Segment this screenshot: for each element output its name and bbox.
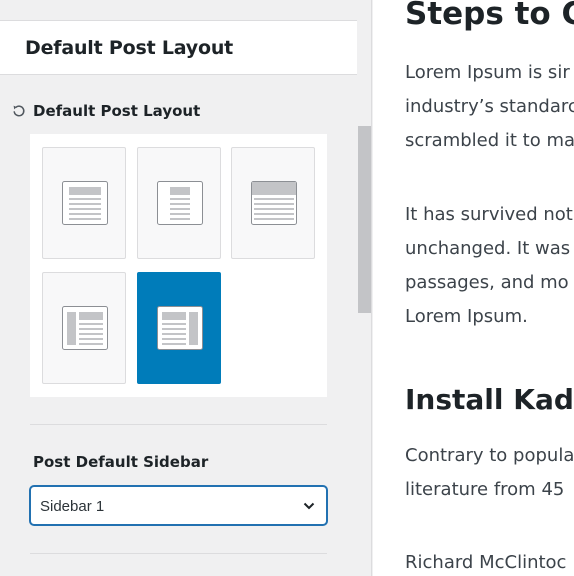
paragraph-line: unchanged. It was	[405, 238, 571, 259]
layout-option-fullwidth[interactable]	[231, 147, 315, 259]
reset-icon[interactable]	[11, 103, 27, 119]
paragraph-line: Contrary to popula	[405, 445, 574, 466]
customizer-panel: Default Post Layout Default Post Layout	[0, 0, 372, 576]
layout-option-normal[interactable]	[42, 147, 126, 259]
layout-options	[30, 134, 327, 397]
layout-right-sidebar-icon	[157, 306, 203, 350]
section-header: Default Post Layout	[0, 20, 357, 75]
paragraph-line: Lorem Ipsum is sir	[405, 62, 570, 83]
paragraph-line: scrambled it to ma	[405, 130, 574, 151]
paragraph-line: Richard McClintoc	[405, 552, 567, 573]
sidebar-select-value: Sidebar 1	[40, 498, 105, 515]
paragraph-line: Lorem Ipsum.	[405, 306, 528, 327]
divider	[30, 424, 327, 425]
paragraph-line: passages, and mo	[405, 272, 569, 293]
layout-option-left-sidebar[interactable]	[42, 272, 126, 384]
section-heading: Install Kaden	[405, 383, 574, 416]
divider	[30, 553, 327, 554]
paragraph-line: literature from 45	[405, 479, 565, 500]
control-label-row: Default Post Layout	[11, 101, 200, 121]
paragraph-line: It has survived not	[405, 204, 573, 225]
layout-narrow-icon	[157, 181, 203, 225]
paragraph-line: industry’s standarc	[405, 96, 574, 117]
section-title: Default Post Layout	[25, 37, 234, 59]
sidebar-select[interactable]: Sidebar 1	[30, 486, 327, 525]
sidebar-label: Post Default Sidebar	[33, 453, 209, 471]
chevron-down-icon	[303, 502, 315, 510]
scrollbar-thumb[interactable]	[358, 126, 371, 313]
control-label: Default Post Layout	[33, 102, 201, 120]
site-preview: Steps to Cr Lorem Ipsum is sir industry’…	[373, 0, 574, 576]
layout-left-sidebar-icon	[62, 306, 108, 350]
layout-normal-icon	[62, 181, 108, 225]
layout-option-right-sidebar[interactable]	[137, 272, 221, 384]
layout-fullwidth-icon	[251, 181, 297, 225]
post-heading: Steps to Cr	[405, 0, 574, 32]
layout-option-narrow[interactable]	[137, 147, 221, 259]
